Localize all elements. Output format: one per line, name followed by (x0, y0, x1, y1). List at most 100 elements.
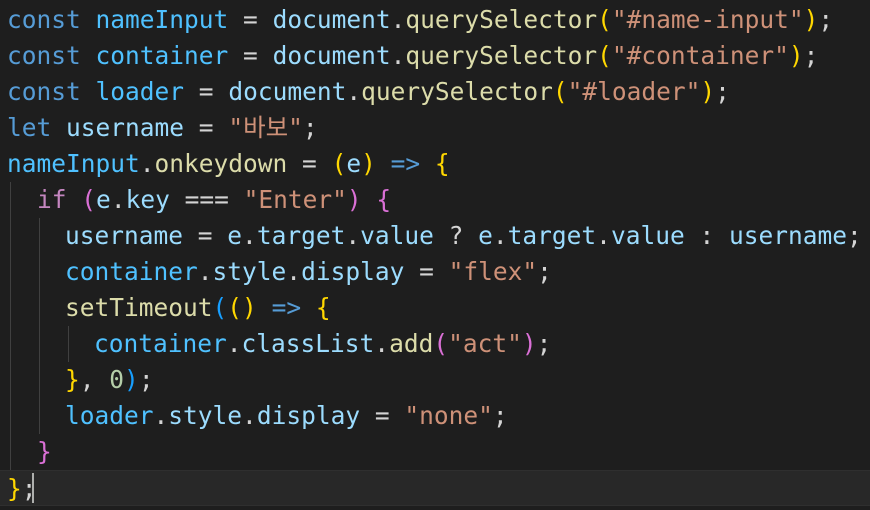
code-token: ) (361, 149, 376, 178)
code-token: = (184, 113, 229, 142)
code-token: : (684, 221, 729, 250)
code-token: . (110, 185, 126, 214)
code-line[interactable]: const container = document.querySelector… (0, 38, 870, 74)
code-editor[interactable]: const nameInput = document.querySelector… (0, 0, 870, 510)
code-token: => (390, 149, 421, 178)
code-line-text[interactable]: container.classList.add("act"); (94, 326, 551, 362)
code-token: . (492, 221, 508, 250)
code-token: username (66, 113, 185, 142)
code-token: ( (227, 293, 243, 322)
code-token: style (168, 401, 243, 430)
code-token: container (95, 41, 229, 70)
code-line-text[interactable]: const loader = document.querySelector("#… (7, 74, 730, 110)
code-token: . (153, 401, 169, 430)
code-line[interactable]: const nameInput = document.querySelector… (0, 2, 870, 38)
code-token: value (610, 221, 685, 250)
code-token: . (390, 5, 406, 34)
code-token: if (37, 185, 67, 214)
code-line[interactable]: if (e.key === "Enter") { (0, 182, 870, 218)
code-token: = (287, 149, 332, 178)
code-token: querySelector (405, 5, 598, 34)
code-line-text[interactable]: nameInput.onkeydown = (e) => { (7, 146, 450, 182)
code-token: ; (818, 5, 834, 34)
code-token: } (7, 474, 22, 503)
code-token: ) (803, 5, 819, 34)
code-token: , (79, 365, 110, 394)
code-token: querySelector (405, 41, 598, 70)
code-token: ) (124, 365, 139, 394)
code-line-text[interactable]: }, 0); (65, 362, 154, 398)
code-token: e (96, 185, 111, 214)
code-line-text[interactable]: username = e.target.value ? e.target.val… (65, 218, 862, 254)
code-token: ; (302, 113, 318, 142)
code-token: username (65, 221, 184, 250)
code-token: "Enter" (243, 185, 347, 214)
code-token: . (390, 41, 406, 70)
code-token: const (7, 5, 81, 34)
code-line[interactable]: }; (0, 470, 870, 506)
code-line[interactable]: let username = "바보"; (0, 110, 870, 146)
code-line[interactable]: nameInput.onkeydown = (e) => { (0, 146, 870, 182)
code-token: === (169, 185, 244, 214)
code-line[interactable]: const loader = document.querySelector("#… (0, 74, 870, 110)
code-line-text[interactable]: let username = "바보"; (7, 110, 318, 146)
code-token: { (376, 185, 392, 214)
code-token: ) (788, 41, 804, 70)
code-line[interactable]: loader.style.display = "none"; (0, 398, 870, 434)
code-token: = (183, 221, 228, 250)
code-token: "바보" (228, 113, 303, 142)
code-token: { (315, 293, 331, 322)
code-token: = (228, 5, 273, 34)
code-line-text[interactable]: } (37, 434, 52, 470)
code-token: nameInput (95, 5, 229, 34)
code-token: value (360, 221, 434, 250)
code-token: => (271, 293, 302, 322)
code-token: ) (242, 293, 257, 322)
code-line[interactable]: container.style.display = "flex"; (0, 254, 870, 290)
code-line[interactable]: username = e.target.value ? e.target.val… (0, 218, 870, 254)
code-token: . (242, 401, 257, 430)
code-token: nameInput (7, 149, 140, 178)
code-line-text[interactable]: const nameInput = document.querySelector… (7, 2, 833, 38)
code-token: "act" (448, 329, 522, 358)
code-token: style (212, 257, 287, 286)
code-token: } (37, 437, 52, 466)
code-token: display (301, 257, 405, 286)
code-line-text[interactable]: const container = document.querySelector… (7, 38, 818, 74)
code-token: username (728, 221, 847, 250)
code-line-text[interactable]: setTimeout(() => { (65, 290, 331, 326)
code-line-text[interactable]: if (e.key === "Enter") { (37, 182, 391, 218)
code-token: document (272, 41, 391, 70)
code-token: ; (846, 221, 862, 250)
code-token: ; (715, 77, 730, 106)
code-line[interactable]: setTimeout(() => { (0, 290, 870, 326)
code-token: loader (65, 401, 154, 430)
code-token: onkeydown (154, 149, 288, 178)
code-token: classList (241, 329, 375, 358)
code-token: ; (138, 365, 154, 394)
code-token: "flex" (448, 257, 538, 286)
code-line-text[interactable]: container.style.display = "flex"; (65, 254, 552, 290)
code-token: . (596, 221, 611, 250)
text-cursor (32, 473, 34, 503)
code-line[interactable]: container.classList.add("act"); (0, 326, 870, 362)
code-token: . (242, 221, 257, 250)
code-token: e (346, 149, 362, 178)
code-token: const (7, 77, 81, 106)
code-token: container (94, 329, 227, 358)
code-line[interactable]: }, 0); (0, 362, 870, 398)
code-token: = (228, 41, 273, 70)
code-token: . (374, 329, 390, 358)
code-line[interactable]: } (0, 434, 870, 470)
code-line-text[interactable]: loader.style.display = "none"; (65, 398, 508, 434)
code-token: 0 (109, 365, 125, 394)
code-token: key (125, 185, 170, 214)
code-token: ; (803, 41, 819, 70)
code-token: "#container" (611, 41, 789, 70)
code-token: . (139, 149, 155, 178)
